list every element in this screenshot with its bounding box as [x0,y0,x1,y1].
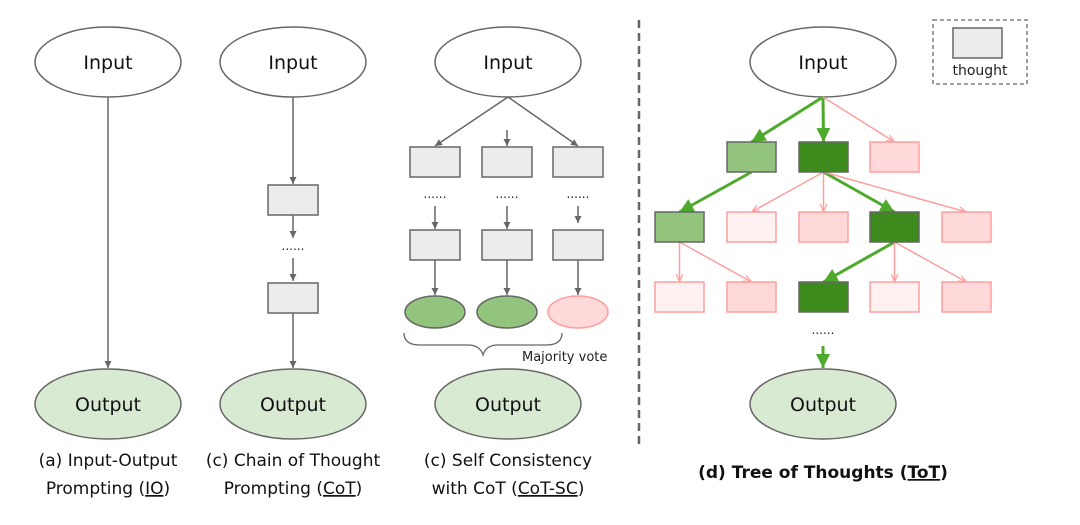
tot-nodes [654,141,992,313]
selected-edge [678,170,753,214]
thought-box [552,146,604,178]
input-label: Input [268,52,317,74]
thought-node-pink [869,141,920,173]
abbr-tot: ToT [908,463,941,483]
input-label: Input [483,52,532,74]
legend-thought-box [952,27,1003,59]
chain-arrow [507,96,579,147]
thought-node-green-dark [798,281,849,313]
output-label: Output [75,394,141,416]
caption-cot-sc-line2: with CoT (CoT-SC) [432,479,585,499]
pruned-edge [894,241,967,282]
selected-edge [816,96,831,143]
answer-accepted [404,295,466,329]
thought-node-pink [798,211,849,243]
thought-node-green-light [654,211,705,243]
output-label: Output [475,394,541,416]
thought-node-pink-pale [869,281,920,313]
ellipsis-dots: ...... [282,239,305,253]
panel-cot: Input ...... Output (c) Chain of Thought… [206,26,381,499]
pruned-edge [822,96,895,142]
cot-sc-chains: .................. [404,96,609,329]
pruned-edge [752,171,824,212]
selected-edge [822,170,896,214]
thought-node-green-dark [869,211,920,243]
thought-box [409,229,461,261]
pruned-edge [823,171,967,212]
caption-tot: (d) Tree of Thoughts (ToT) [698,463,948,483]
thought-box [409,146,461,178]
output-label: Output [790,394,856,416]
prompting-methods-diagram: Input Output (a) Input-Output Prompting … [34,19,1028,499]
ellipsis-dots: ...... [567,187,590,201]
answer-rejected [547,295,609,329]
caption-io-line1: (a) Input-Output [39,451,178,471]
legend: thought [932,19,1028,85]
input-label: Input [83,52,132,74]
panel-cot-sc: Input .................. Majority vote O… [403,26,609,499]
ellipsis-dots: ...... [812,323,835,337]
caption-cot-line1: (c) Chain of Thought [206,451,381,471]
thought-node-pink [941,281,992,313]
tot-edges [678,95,967,284]
legend-thought-label: thought [952,63,1008,79]
thought-box [552,229,604,261]
thought-node-pink [726,281,777,313]
input-label: Input [798,52,847,74]
thought-box [481,229,533,261]
output-label: Output [260,394,326,416]
abbr-cot: CoT [323,479,356,499]
caption-cot-line2: Prompting (CoT) [224,479,363,499]
answer-accepted [476,295,538,329]
caption-cot-sc-line1: (c) Self Consistency [424,451,592,471]
caption-io-line2: Prompting (IO) [46,479,170,499]
thought-node-green-dark [798,141,849,173]
chain-arrow [434,96,509,147]
thought-node-pink [941,211,992,243]
thought-node-green-light [726,141,777,173]
ellipsis-dots: ...... [424,187,447,201]
thought-node-pink-pale [726,211,777,243]
thought-node-pink-pale [654,281,705,313]
thought-box [481,146,533,178]
abbr-cot-sc: CoT-SC [518,479,578,499]
panel-tot: thought Input ...... Output (d) Tree of … [654,19,1028,483]
abbr-io: IO [145,479,163,499]
majority-vote-label: Majority vote [522,350,607,365]
pruned-edge [679,241,752,282]
panel-io: Input Output (a) Input-Output Prompting … [34,26,182,499]
thought-box [267,282,319,314]
thought-box [267,184,319,216]
selected-edge [750,95,824,144]
ellipsis-dots: ...... [496,187,519,201]
selected-edge [822,240,896,284]
